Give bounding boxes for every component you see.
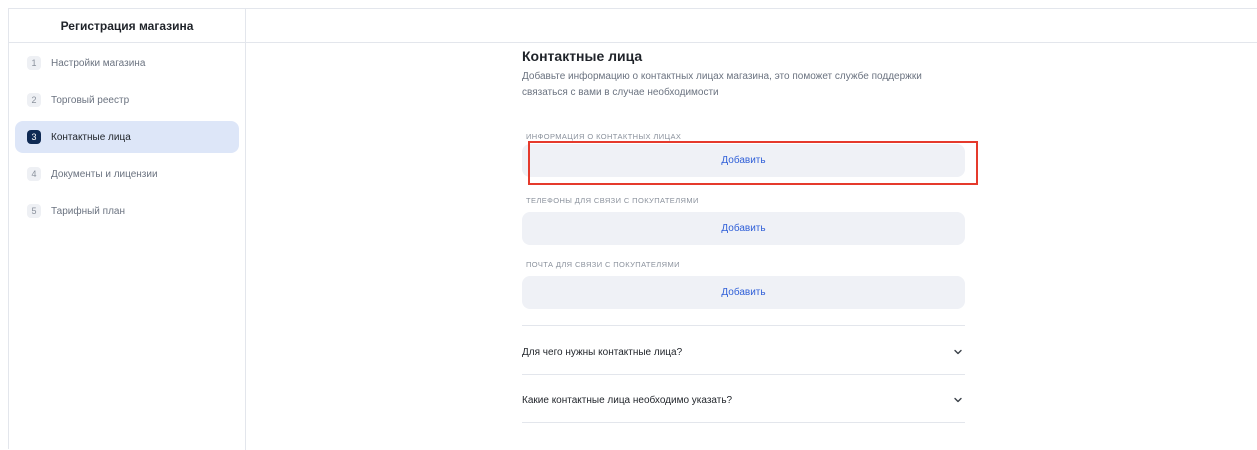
page-title: Контактные лица	[522, 48, 643, 64]
divider	[522, 422, 965, 423]
section-label: Телефоны для связи с покупателями	[526, 196, 699, 205]
step-label: Документы и лицензии	[51, 168, 158, 180]
step-number: 5	[27, 204, 41, 218]
step-number: 2	[27, 93, 41, 107]
step-store-settings[interactable]: 1 Настройки магазина	[15, 47, 239, 79]
section-label: Почта для связи с покупателями	[526, 260, 680, 269]
step-number: 4	[27, 167, 41, 181]
section-label: Информация о контактных лицах	[526, 132, 682, 141]
faq-item-which-contacts[interactable]: Какие контактные лица необходимо указать…	[522, 390, 965, 410]
step-label: Контактные лица	[51, 131, 131, 143]
step-trade-register[interactable]: 2 Торговый реестр	[15, 84, 239, 116]
sidebar-title: Регистрация магазина	[9, 9, 245, 43]
divider	[522, 325, 965, 326]
divider	[522, 374, 965, 375]
step-label: Торговый реестр	[51, 94, 130, 106]
main-content: Контактные лица Добавьте информацию о ко…	[522, 48, 973, 423]
step-tariff[interactable]: 5 Тарифный план	[15, 195, 239, 227]
step-label: Настройки магазина	[51, 57, 146, 69]
page-description: Добавьте информацию о контактных лицах м…	[522, 71, 922, 98]
chevron-down-icon	[951, 393, 965, 407]
faq-question: Для чего нужны контактные лица?	[522, 346, 683, 358]
step-list: 1 Настройки магазина 2 Торговый реестр 3…	[9, 43, 245, 227]
chevron-down-icon	[951, 345, 965, 359]
add-email-button[interactable]: Добавить	[522, 276, 965, 309]
step-contacts[interactable]: 3 Контактные лица	[15, 121, 239, 153]
header-divider	[246, 42, 1257, 43]
sidebar: Регистрация магазина 1 Настройки магазин…	[9, 9, 246, 450]
step-documents[interactable]: 4 Документы и лицензии	[15, 158, 239, 190]
highlight-box	[528, 141, 978, 185]
step-number: 1	[27, 56, 41, 70]
step-label: Тарифный план	[51, 205, 126, 217]
faq-item-why-contacts[interactable]: Для чего нужны контактные лица?	[522, 342, 965, 362]
faq-question: Какие контактные лица необходимо указать…	[522, 394, 733, 406]
add-phone-button[interactable]: Добавить	[522, 212, 965, 245]
step-number: 3	[27, 130, 41, 144]
